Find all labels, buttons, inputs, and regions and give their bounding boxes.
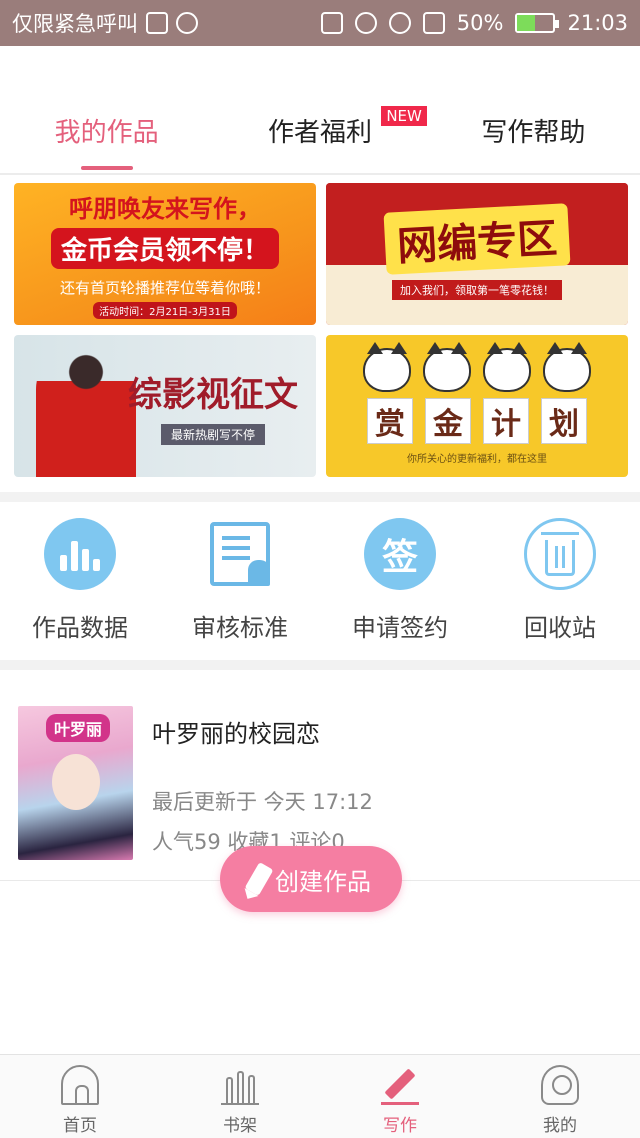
top-tabs: 我的作品 作者福利 NEW 写作帮助 <box>0 100 640 172</box>
alarm-icon <box>354 12 377 34</box>
banner-char: 计 <box>483 397 529 444</box>
section-separator <box>0 660 640 670</box>
banner-text: 金币会员领不停！ <box>50 228 279 269</box>
nav-write[interactable]: 写作 <box>320 1055 480 1138</box>
banner-grid: 呼朋唤友来写作， 金币会员领不停！ 还有首页轮播推荐位等着你哦！ 活动时间：2月… <box>14 183 628 477</box>
notification-icon <box>176 12 198 34</box>
work-updated: 最后更新于 今天 17:12 <box>152 790 373 814</box>
quick-actions: 作品数据 审核标准 签 申请签约 回收站 <box>0 508 640 658</box>
banner-invite-friends[interactable]: 呼朋唤友来写作， 金币会员领不停！ 还有首页轮播推荐位等着你哦！ 活动时间：2月… <box>14 183 316 325</box>
action-label: 审核标准 <box>192 614 288 642</box>
cat-icon <box>543 341 591 392</box>
tab-label: 写作帮助 <box>481 118 586 148</box>
banner-text: 网编专区 <box>383 203 571 275</box>
bar-chart-icon <box>44 518 116 590</box>
vibrate-icon <box>320 12 343 34</box>
cover-illustration <box>52 754 100 810</box>
action-label: 回收站 <box>524 614 596 642</box>
section-separator <box>0 492 640 502</box>
bottom-nav: 首页 书架 写作 我的 <box>0 1054 640 1138</box>
review-standards-button[interactable]: 审核标准 <box>160 508 320 658</box>
cat-icon <box>423 341 471 392</box>
status-notice: 仅限紧急呼叫 <box>12 12 138 36</box>
banner-text: 你所关心的更新福利，都在这里 <box>407 453 547 465</box>
sign-contract-icon: 签 <box>364 518 436 590</box>
image-icon <box>146 12 168 34</box>
banner-char: 赏 <box>367 397 413 444</box>
cat-icon <box>483 341 531 392</box>
recycle-bin-button[interactable]: 回收站 <box>480 508 640 658</box>
tab-label: 我的作品 <box>54 118 159 148</box>
nav-label: 写作 <box>383 1116 417 1136</box>
tab-label: 作者福利 <box>267 118 372 148</box>
banner-text: 加入我们，领取第一笔零花钱！ <box>392 280 562 300</box>
nav-label: 我的 <box>543 1116 577 1136</box>
nav-home[interactable]: 首页 <box>0 1055 160 1138</box>
banner-char: 划 <box>541 397 587 444</box>
nav-label: 书架 <box>223 1116 257 1136</box>
banner-figure-image <box>36 349 136 477</box>
apply-contract-button[interactable]: 签 申请签约 <box>320 508 480 658</box>
banner-text: 最新热剧写不停 <box>160 424 265 445</box>
nav-me[interactable]: 我的 <box>480 1055 640 1138</box>
profile-icon <box>541 1065 579 1105</box>
tab-writing-help[interactable]: 写作帮助 <box>427 100 640 172</box>
banner-text: 活动时间：2月21日-3月31日 <box>93 302 237 319</box>
wifi-icon <box>388 12 411 34</box>
review-document-icon <box>204 518 276 590</box>
create-work-button[interactable]: 创建作品 <box>220 846 402 912</box>
book-cover: 叶罗丽 <box>18 706 133 860</box>
status-bar: 仅限紧急呼叫 50% 21:03 <box>0 0 640 46</box>
new-badge: NEW <box>381 106 427 126</box>
banner-char: 金 <box>425 397 471 444</box>
battery-icon <box>515 13 560 33</box>
battery-level <box>517 15 536 31</box>
work-title: 叶罗丽的校园恋 <box>152 720 320 748</box>
banner-editor-zone[interactable]: 网编专区 加入我们，领取第一笔零花钱！ <box>326 183 628 325</box>
cat-illustrations <box>363 341 591 392</box>
home-icon <box>61 1065 99 1105</box>
battery-percent: 50% <box>456 11 504 35</box>
tab-my-works[interactable]: 我的作品 <box>0 100 213 172</box>
cover-title: 叶罗丽 <box>46 714 111 742</box>
banner-tv-contest[interactable]: 综影视征文 最新热剧写不停 <box>14 335 316 477</box>
banner-bounty-plan[interactable]: 赏 金 计 划 你所关心的更新福利，都在这里 <box>326 335 628 477</box>
banner-text: 呼朋唤友来写作， <box>69 194 261 223</box>
clock: 21:03 <box>567 11 628 35</box>
trash-icon <box>524 518 596 590</box>
divider <box>0 173 640 175</box>
create-work-label: 创建作品 <box>275 867 371 896</box>
action-label: 申请签约 <box>352 614 448 642</box>
bookshelf-icon <box>221 1065 259 1105</box>
active-tab-indicator <box>80 166 133 170</box>
pencil-icon <box>244 862 274 896</box>
works-data-button[interactable]: 作品数据 <box>0 508 160 658</box>
nav-label: 首页 <box>63 1116 97 1136</box>
action-label: 作品数据 <box>32 614 128 642</box>
cat-icon <box>363 341 411 392</box>
sign-glyph: 签 <box>381 537 418 578</box>
pencil-icon <box>381 1065 419 1105</box>
sim-icon <box>422 12 445 34</box>
banner-text: 还有首页轮播推荐位等着你哦！ <box>59 279 270 297</box>
nav-bookshelf[interactable]: 书架 <box>160 1055 320 1138</box>
tab-author-benefits[interactable]: 作者福利 NEW <box>213 100 427 172</box>
banner-text: 综影视征文 <box>128 375 298 415</box>
